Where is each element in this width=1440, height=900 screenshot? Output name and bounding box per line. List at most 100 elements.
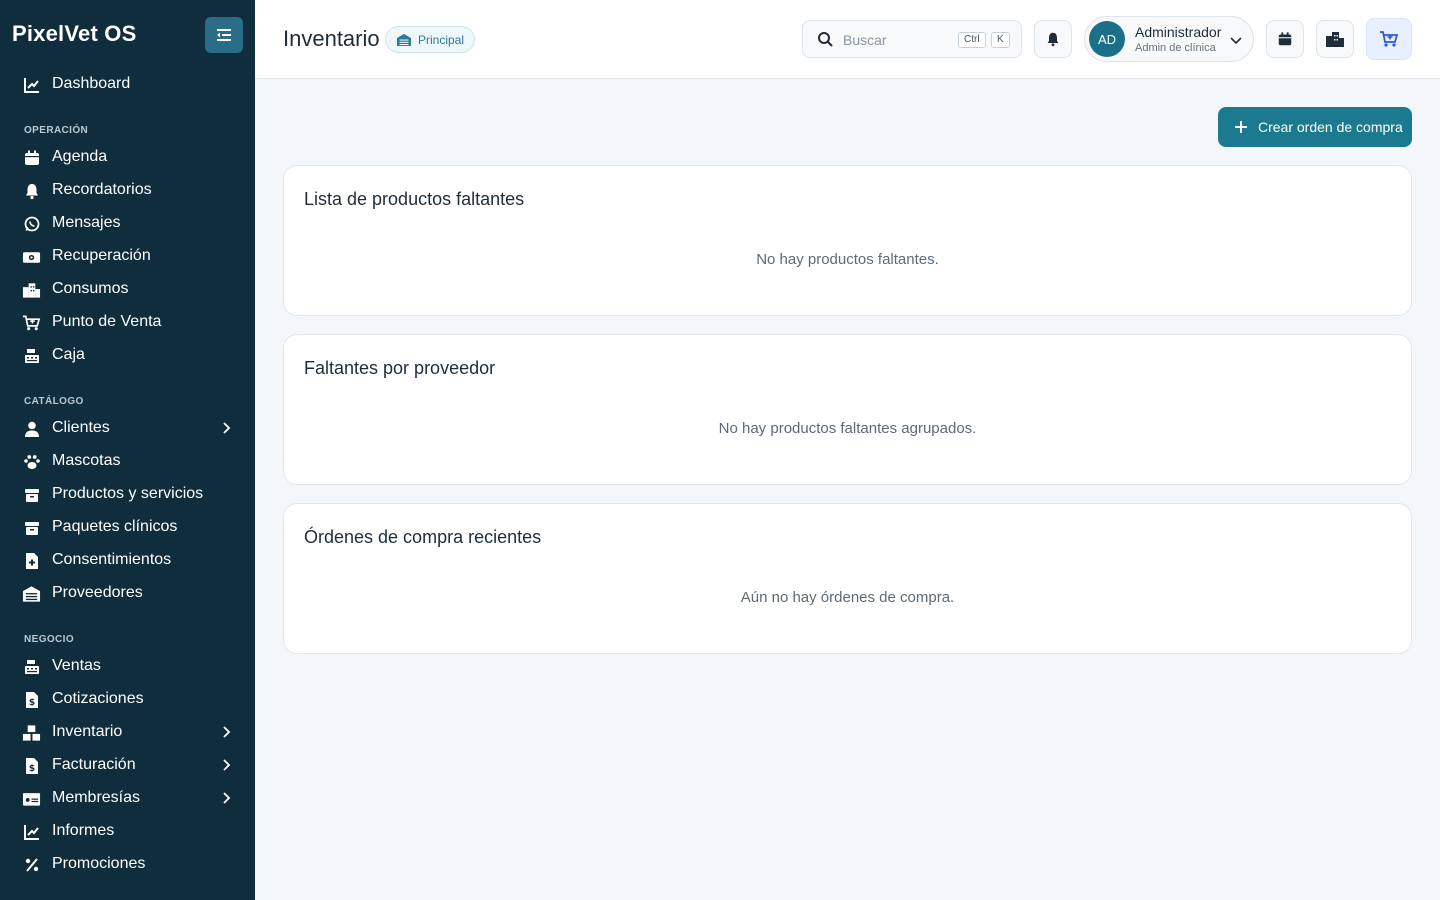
section-title-negocio: NEGOCIO	[24, 634, 75, 645]
box-icon	[22, 518, 41, 537]
create-purchase-order-label: Crear orden de compra	[1258, 119, 1403, 135]
box-icon	[22, 485, 41, 504]
sidebar-item-label: Recordatorios	[52, 181, 152, 198]
create-purchase-order-button[interactable]: Crear orden de compra	[1218, 107, 1412, 147]
sidebar-item-productos[interactable]: Productos y servicios	[0, 479, 255, 509]
cart-plus-icon	[22, 313, 41, 332]
sidebar-item-label: Caja	[52, 346, 85, 363]
percent-icon	[22, 855, 41, 874]
branch-badge[interactable]: Principal	[385, 26, 476, 53]
sidebar-item-inventario[interactable]: Inventario	[0, 717, 255, 747]
section-title-catalogo: CATÁLOGO	[24, 396, 84, 407]
sidebar-item-mensajes[interactable]: Mensajes	[0, 208, 255, 238]
sidebar-item-label: Membresías	[52, 789, 141, 806]
bell-icon	[1047, 32, 1059, 47]
id-card-icon	[22, 789, 41, 808]
sidebar-item-recuperacion[interactable]: Recuperación	[0, 241, 255, 271]
buildings-icon	[1326, 32, 1344, 47]
sidebar-item-membresias[interactable]: Membresías	[0, 783, 255, 813]
sidebar-item-label: Facturación	[52, 756, 136, 773]
sidebar-item-label: Mensajes	[52, 214, 121, 231]
sidebar-item-consumos[interactable]: Consumos	[0, 274, 255, 304]
money-bill-icon	[22, 247, 41, 266]
sidebar-item-consentimientos[interactable]: Consentimientos	[0, 545, 255, 575]
sidebar-item-label: Informes	[52, 822, 115, 839]
branch-label: Principal	[418, 32, 465, 47]
sidebar-item-label: Consumos	[52, 280, 129, 297]
cart-plus-icon	[1380, 31, 1399, 47]
sidebar-item-punto-de-venta[interactable]: Punto de Venta	[0, 307, 255, 337]
paw-icon	[22, 452, 41, 471]
file-invoice-dollar-icon: $	[22, 690, 41, 709]
chart-line-icon	[22, 75, 41, 94]
sidebar-item-label: Promociones	[52, 855, 146, 872]
sidebar-item-label: Agenda	[52, 148, 108, 165]
warehouse-icon	[397, 33, 411, 46]
sidebar-item-clientes[interactable]: Clientes	[0, 413, 255, 443]
user-menu[interactable]: AD Administrador Admin de clínica	[1084, 16, 1254, 62]
sidebar-item-promociones[interactable]: Promociones	[0, 849, 255, 879]
sidebar-item-ventas[interactable]: Ventas	[0, 651, 255, 681]
chart-line-icon	[22, 822, 41, 841]
recent-purchase-orders-card: Órdenes de compra recientes Aún no hay ó…	[283, 503, 1412, 654]
svg-text:$: $	[28, 698, 34, 708]
sidebar-item-label: Mascotas	[52, 452, 121, 469]
sidebar-item-paquetes[interactable]: Paquetes clínicos	[0, 512, 255, 542]
cash-register-icon	[22, 657, 41, 676]
missing-products-card: Lista de productos faltantes No hay prod…	[283, 165, 1412, 316]
warehouse-icon	[22, 584, 41, 603]
sidebar-item-label: Dashboard	[52, 75, 131, 92]
consumos-shortcut-button[interactable]	[1316, 20, 1354, 58]
sidebar-item-caja[interactable]: Caja	[0, 340, 255, 370]
notifications-button[interactable]	[1034, 20, 1072, 58]
sidebar-item-label: Punto de Venta	[52, 313, 162, 330]
boxes-icon	[22, 723, 41, 742]
card-title: Faltantes por proveedor	[304, 358, 496, 378]
sidebar-item-label: Paquetes clínicos	[52, 518, 178, 535]
sidebar-item-label: Inventario	[52, 723, 123, 740]
agenda-shortcut-button[interactable]	[1266, 20, 1304, 58]
card-title: Lista de productos faltantes	[304, 189, 525, 209]
sidebar-item-label: Consentimientos	[52, 551, 172, 568]
calendar-icon	[1278, 32, 1292, 46]
sidebar-item-label: Ventas	[52, 657, 101, 674]
user-icon	[22, 419, 41, 438]
section-title-operacion: OPERACIÓN	[24, 125, 89, 136]
sidebar-item-proveedores[interactable]: Proveedores	[0, 578, 255, 608]
shortcut-k-key: K	[991, 32, 1010, 48]
sidebar-item-label: Proveedores	[52, 584, 143, 601]
search-box[interactable]: Ctrl K	[802, 20, 1022, 58]
user-name: Administrador	[1135, 24, 1222, 40]
whatsapp-icon	[22, 214, 41, 233]
search-input[interactable]	[843, 29, 953, 51]
sidebar-item-facturacion[interactable]: $ Facturación	[0, 750, 255, 780]
sidebar-item-label: Recuperación	[52, 247, 151, 264]
avatar: AD	[1089, 21, 1125, 57]
brand-logo[interactable]: PixelVet OS	[12, 21, 137, 47]
sidebar-item-agenda[interactable]: Agenda	[0, 142, 255, 172]
cash-register-icon	[22, 346, 41, 365]
file-medical-icon	[22, 551, 41, 570]
user-role: Admin de clínica	[1135, 42, 1216, 54]
collapse-sidebar-button[interactable]	[205, 17, 243, 53]
sidebar-item-dashboard[interactable]: Dashboard	[0, 69, 255, 99]
sidebar-item-recordatorios[interactable]: Recordatorios	[0, 175, 255, 205]
sidebar-item-label: Productos y servicios	[52, 485, 204, 502]
svg-text:$: $	[28, 764, 34, 774]
buildings-icon	[22, 280, 41, 299]
bell-icon	[22, 181, 41, 200]
top-header: Inventario Principal Ctrl K AD Administr…	[255, 0, 1440, 79]
pos-shortcut-button[interactable]	[1366, 18, 1412, 60]
chevron-right-icon	[223, 759, 231, 771]
sidebar-item-informes[interactable]: Informes	[0, 816, 255, 846]
chevron-right-icon	[223, 726, 231, 738]
chevron-down-icon	[1230, 37, 1242, 45]
shortcut-ctrl-key: Ctrl	[958, 32, 986, 48]
page-title: Inventario	[283, 26, 380, 51]
chevron-right-icon	[223, 422, 231, 434]
empty-state-text: Aún no hay órdenes de compra.	[740, 589, 955, 606]
sidebar-item-cotizaciones[interactable]: $ Cotizaciones	[0, 684, 255, 714]
sidebar-item-label: Clientes	[52, 419, 110, 436]
missing-by-supplier-card: Faltantes por proveedor No hay productos…	[283, 334, 1412, 485]
sidebar-item-mascotas[interactable]: Mascotas	[0, 446, 255, 476]
